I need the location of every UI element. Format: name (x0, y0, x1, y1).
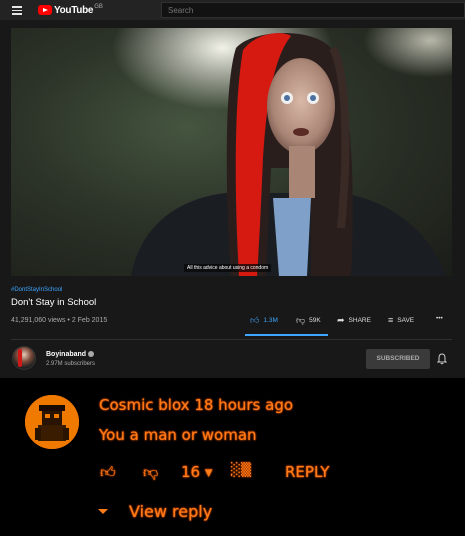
comment-like-button[interactable]: 👍︎ (100, 463, 116, 482)
comment-like-count: 16 (181, 463, 201, 481)
notification-bell-icon[interactable] (437, 353, 447, 365)
video-frame (11, 28, 452, 276)
more-actions-button[interactable]: ••• (436, 315, 443, 322)
more-dots-icon: ••• (436, 315, 443, 322)
comment-author[interactable]: Cosmic blox (99, 396, 190, 414)
comment-dislike-button[interactable]: 👎︎ (143, 463, 158, 482)
logo-text: YouTube (54, 4, 94, 16)
youtube-logo[interactable]: YouTube GB (38, 4, 103, 16)
dislike-button[interactable]: 👎︎ 59K (296, 315, 321, 326)
comment-section: Cosmic blox 18 hours ago You a man or wo… (0, 378, 465, 536)
channel-name: Boyinaband (46, 351, 87, 358)
comment-header: Cosmic blox 18 hours ago (99, 396, 293, 414)
dislike-count: 59K (309, 317, 321, 324)
comment-reply-button[interactable]: REPLY (285, 463, 329, 481)
thumbs-down-icon: 👎︎ (296, 315, 306, 325)
channel-avatar[interactable] (12, 346, 36, 370)
add-to-playlist-icon: ≡ (388, 315, 394, 325)
subscriber-count: 2.97M subscribers (46, 361, 96, 367)
comment-stats-icon: ░▒ (231, 463, 251, 478)
subscribe-button[interactable]: SUBSCRIBED (366, 349, 430, 369)
like-count: 1.3M (263, 317, 278, 324)
verified-check-icon (88, 351, 95, 358)
comment-time[interactable]: 18 hours ago (194, 396, 293, 414)
top-bar: YouTube GB Search (0, 0, 465, 20)
like-ratio-bar (245, 334, 328, 336)
hashtag-link[interactable]: #DontStayInSchool (11, 287, 62, 293)
save-label: SAVE (397, 316, 415, 324)
commenter-avatar-image (25, 395, 79, 449)
thumbs-up-icon: 👍︎ (250, 315, 260, 325)
view-count-date: 41,291,060 views • 2 Feb 2015 (11, 317, 108, 324)
comment-thumbs-down-icon: 👎︎ (143, 463, 159, 481)
expand-replies-icon[interactable] (98, 509, 108, 514)
channel-name-row[interactable]: Boyinaband (46, 351, 95, 358)
save-button[interactable]: ≡ SAVE (388, 315, 414, 325)
video-caption: All this advice about using a condom (184, 264, 272, 272)
share-arrow-icon: ➦ (337, 315, 345, 325)
comment-like-count-row: 16 ▾ (181, 463, 212, 481)
search-input[interactable]: Search (161, 2, 465, 18)
comment-sort-arrow-icon: ▾ (204, 463, 213, 481)
video-title: Don't Stay in School (11, 297, 97, 308)
comment-thumbs-up-icon: 👍︎ (100, 463, 116, 481)
share-label: SHARE (348, 317, 371, 324)
divider (11, 339, 452, 340)
hamburger-menu-icon[interactable] (12, 6, 22, 15)
comment-stats-button[interactable]: ░▒ (231, 463, 251, 478)
region-label: GB (94, 4, 103, 10)
like-button[interactable]: 👍︎ 1.3M (250, 315, 278, 326)
share-button[interactable]: ➦ SHARE (337, 315, 371, 326)
view-reply-button[interactable]: View reply (129, 502, 212, 521)
youtube-play-icon (38, 5, 52, 15)
video-player[interactable]: All this advice about using a condom (11, 28, 452, 276)
commenter-avatar[interactable] (25, 395, 79, 449)
comment-text: You a man or woman (99, 426, 257, 444)
